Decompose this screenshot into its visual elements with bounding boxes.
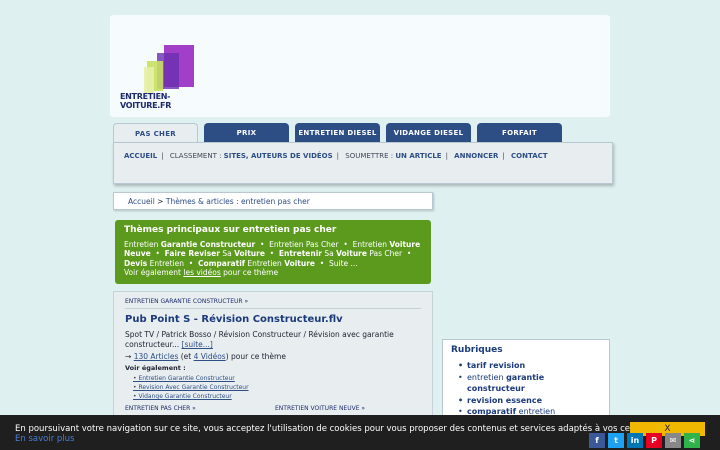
main-tabs: pas cher prix entretien diesel vidange d… [113,123,562,144]
related-links: Entretien Garantie Constructeur Revision… [125,374,421,401]
nav-auteurs[interactable]: AUTEURS DE VIDÉOS [251,152,333,160]
breadcrumb-separator: > [157,197,164,206]
tab-pas-cher[interactable]: pas cher [113,123,198,144]
nav-contact[interactable]: CONTACT [511,152,548,160]
themes-voir: Voir également les vidéos pour ce thème [124,268,279,277]
rubrique-item[interactable]: revision essence [451,395,601,407]
breadcrumb-home[interactable]: Accueil [128,197,155,206]
nav-soumettre-label: SOUMETTRE : [345,152,394,160]
rubriques-title: Rubriques [451,345,503,355]
site-logo[interactable]: ENTRETIEN-VOITURE.FR [120,45,210,110]
nav-annoncer[interactable]: ANNONCER [454,152,498,160]
related-link[interactable]: Entretien Garantie Constructeur [133,374,421,383]
nav-article[interactable]: UN ARTICLE [395,152,441,160]
cookie-more-link[interactable]: En savoir plus [15,434,74,444]
breadcrumb: Accueil > Thèmes & articles : entretien … [113,192,433,210]
facebook-icon[interactable]: f [589,433,605,448]
article-card: ENTRETIEN GARANTIE CONSTRUCTEUR » Pub Po… [113,291,433,421]
nav-sites[interactable]: SITES [224,152,246,160]
article-title[interactable]: Pub Point S - Révision Constructeur.flv [125,314,421,325]
themes-title: Thèmes principaux sur entretien pas cher [124,225,337,235]
breadcrumb-current[interactable]: Thèmes & articles : entretien pas cher [166,197,310,206]
linkedin-icon[interactable]: in [627,433,643,448]
nav-accueil[interactable]: ACCUEIL [124,152,157,160]
articles-count-link[interactable]: 130 Articles [134,352,179,361]
share-bar: f t in P ✉ ⋖ [589,433,700,448]
related-link[interactable]: Revision Avec Garantie Constructeur [133,383,421,392]
tab-vidange-diesel[interactable]: vidange diesel [386,123,471,143]
category-link-pas-cher[interactable]: ENTRETIEN PAS CHER » [125,405,275,412]
rubrique-item[interactable]: tarif revision [451,360,601,372]
related-link[interactable]: Vidange Garantie Constructeur [133,392,421,401]
pinterest-icon[interactable]: P [646,433,662,448]
category-link-voiture-neuve[interactable]: ENTRETIEN VOITURE NEUVE » [275,405,425,412]
videos-count-link[interactable]: 4 Vidéos [194,352,226,361]
more-categories: ENTRETIEN PAS CHER » ENTRETIEN VOITURE N… [125,405,425,412]
tab-forfait[interactable]: forfait [477,123,562,143]
themes-videos-link[interactable]: les vidéos [183,268,220,277]
article-stats: → 130 Articles (et 4 Vidéos) pour ce thè… [125,352,286,361]
article-description: Spot TV / Patrick Bosso / Révision Const… [125,330,394,349]
twitter-icon[interactable]: t [608,433,624,448]
themes-box: Thèmes principaux sur entretien pas cher… [115,220,431,284]
email-icon[interactable]: ✉ [665,433,681,448]
article-voir-label: Voir également : [125,364,186,372]
logo-text: ENTRETIEN-VOITURE.FR [120,92,172,110]
tab-entretien-diesel[interactable]: entretien diesel [295,123,380,143]
rubrique-item[interactable]: entretien garantie constructeur [451,372,601,395]
site-header: ENTRETIEN-VOITURE.FR [110,15,610,117]
nav-classement-label: CLASSEMENT : [169,152,222,160]
tab-prix[interactable]: prix [204,123,289,143]
article-category[interactable]: ENTRETIEN GARANTIE CONSTRUCTEUR » [125,298,421,309]
article-more-link[interactable]: [suite...] [182,340,213,349]
share-icon[interactable]: ⋖ [684,433,700,448]
themes-list[interactable]: Entretien Garantie Constructeur • Entret… [124,240,422,269]
sub-navigation: ACCUEIL | CLASSEMENT : SITES, AUTEURS DE … [113,142,613,184]
logo-graphic [144,45,194,93]
